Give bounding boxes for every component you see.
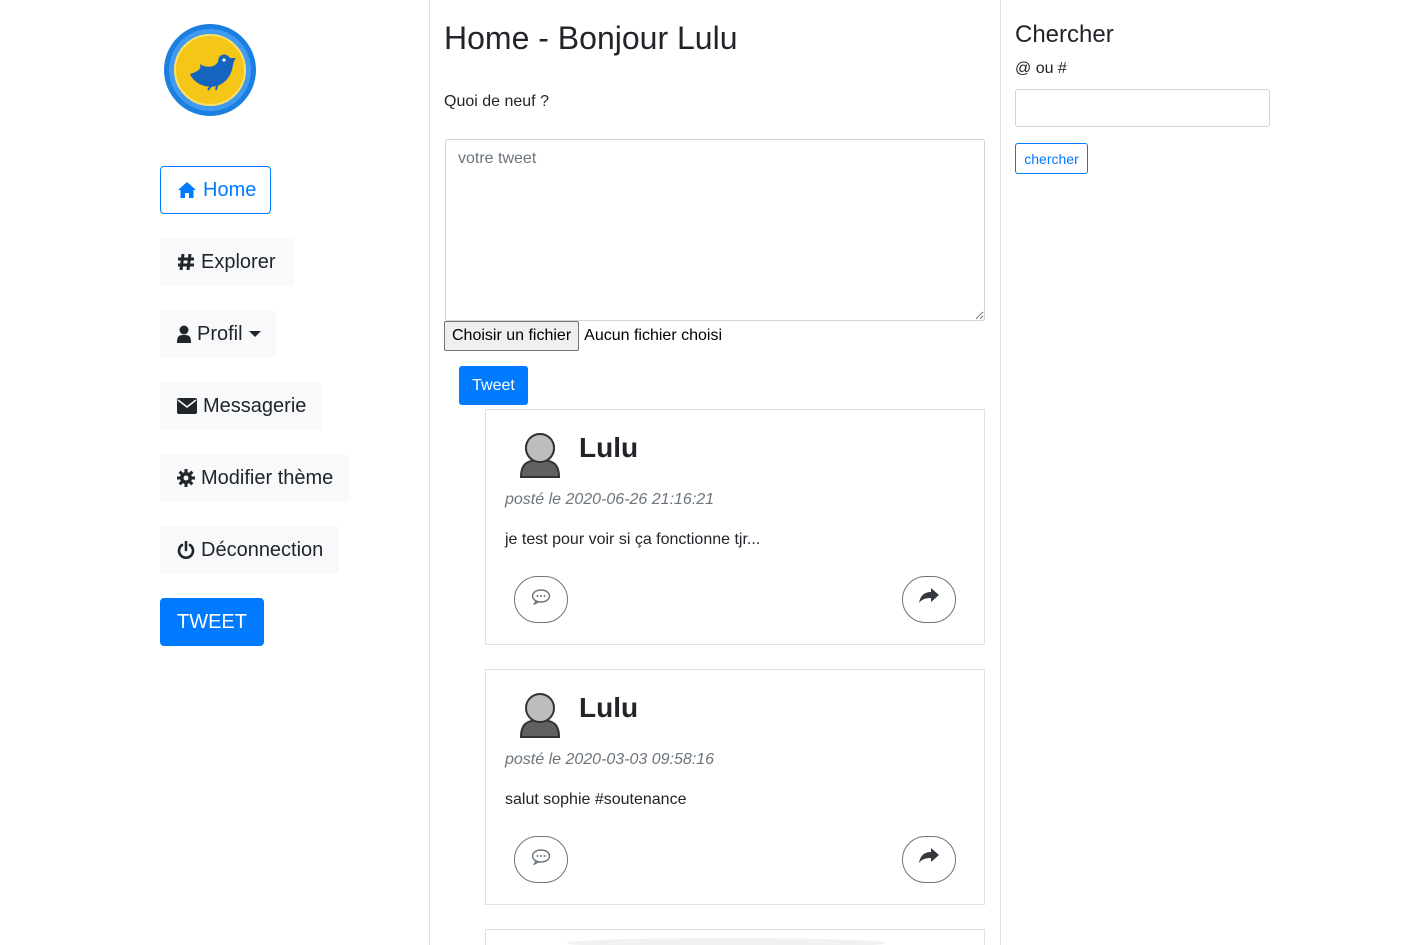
- power-icon: [177, 541, 195, 559]
- tweet-textarea[interactable]: [445, 139, 985, 321]
- search-button[interactable]: chercher: [1015, 143, 1088, 174]
- nav-messagerie-label: Messagerie: [203, 394, 307, 417]
- nav-profil[interactable]: Profil: [160, 310, 276, 358]
- sidebar-tweet-label: TWEET: [177, 610, 247, 633]
- search-title: Chercher: [1015, 21, 1114, 48]
- file-input: Choisir un fichier Aucun fichier choisi: [444, 321, 722, 351]
- comment-icon: [531, 589, 551, 610]
- avatar[interactable]: [517, 432, 563, 478]
- user-icon: [177, 325, 191, 343]
- nav-messagerie[interactable]: Messagerie: [160, 382, 322, 430]
- nav-deconnection[interactable]: Déconnection: [160, 526, 339, 574]
- comment-icon: [531, 849, 551, 870]
- tweet-card-preview: [566, 938, 886, 945]
- tweet-card: Lulu posté le 2020-06-26 21:16:21 je tes…: [485, 409, 985, 645]
- home-icon: [177, 181, 197, 199]
- search-panel: Chercher @ ou # chercher: [1001, 0, 1428, 945]
- nav-modifier-theme-label: Modifier thème: [201, 466, 334, 489]
- file-status: Aucun fichier choisi: [584, 327, 722, 344]
- nav-modifier-theme[interactable]: Modifier thème: [160, 454, 349, 502]
- tweet-card: Lulu posté le 2020-03-03 09:58:16 salut …: [485, 669, 985, 905]
- hashtag-icon: [177, 253, 195, 271]
- share-icon: [919, 848, 939, 871]
- tweet-date: posté le 2020-06-26 21:16:21: [505, 491, 715, 508]
- avatar[interactable]: [517, 692, 563, 738]
- comment-button[interactable]: [514, 576, 568, 623]
- main-feed: Home - Bonjour Lulu Quoi de neuf ? Chois…: [430, 0, 1001, 945]
- nav-explorer[interactable]: Explorer: [160, 238, 294, 286]
- bird-logo[interactable]: [162, 22, 258, 118]
- tweet-author[interactable]: Lulu: [579, 432, 638, 464]
- nav-home-label: Home: [203, 178, 257, 201]
- left-sidebar: Home Explorer Profil Messagerie Modifier…: [0, 0, 430, 945]
- tweet-submit-button[interactable]: Tweet: [459, 366, 528, 405]
- choose-file-button[interactable]: Choisir un fichier: [444, 321, 580, 351]
- comment-button[interactable]: [514, 836, 568, 883]
- compose-prompt: Quoi de neuf ?: [444, 93, 549, 110]
- tweet-text: je test pour voir si ça fonctionne tjr..…: [505, 531, 761, 548]
- share-button[interactable]: [902, 576, 956, 623]
- chevron-down-icon: [248, 331, 261, 337]
- search-input[interactable]: [1015, 89, 1270, 127]
- tweet-text: salut sophie #soutenance: [505, 791, 687, 808]
- nav-home[interactable]: Home: [160, 166, 271, 214]
- sidebar-tweet-button[interactable]: TWEET: [160, 598, 264, 646]
- page-title: Home - Bonjour Lulu: [444, 20, 738, 56]
- envelope-icon: [177, 398, 197, 414]
- search-label: @ ou #: [1015, 60, 1067, 77]
- tweet-date: posté le 2020-03-03 09:58:16: [505, 751, 715, 768]
- nav-deconnection-label: Déconnection: [201, 538, 324, 561]
- nav-explorer-label: Explorer: [201, 250, 276, 273]
- share-button[interactable]: [902, 836, 956, 883]
- tweet-card: [485, 929, 985, 945]
- nav-profil-label: Profil: [197, 322, 243, 345]
- share-icon: [919, 588, 939, 611]
- tweet-author[interactable]: Lulu: [579, 692, 638, 724]
- gear-icon: [177, 469, 195, 487]
